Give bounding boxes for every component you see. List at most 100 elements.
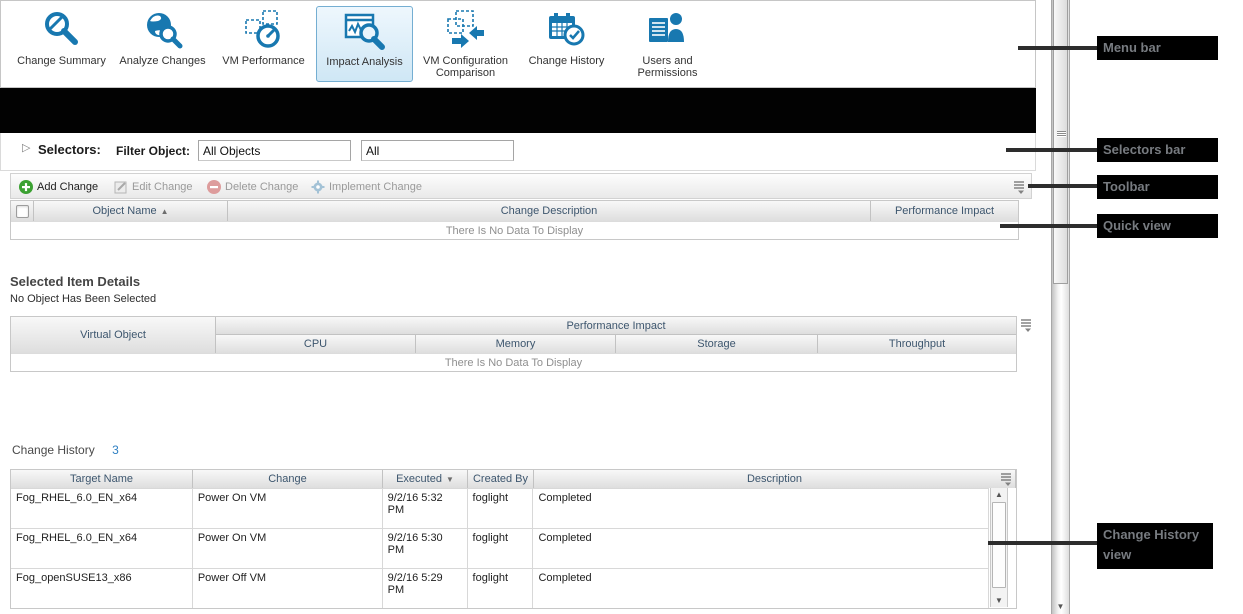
- selectors-title: Selectors:: [38, 142, 101, 157]
- change-history-scroll-thumb[interactable]: [992, 502, 1006, 588]
- menu-item-analyze-changes[interactable]: Analyze Changes: [114, 6, 211, 82]
- selectors-expander-icon[interactable]: ▷: [22, 141, 30, 154]
- column-header-virtual-object[interactable]: Virtual Object: [11, 317, 216, 353]
- change-history-header-row: Target Name Change Executed ▼ Created By…: [11, 470, 1016, 488]
- selected-item-details-table: Virtual Object Performance Impact CPU Me…: [10, 316, 1017, 372]
- details-empty-message: There Is No Data To Display: [11, 353, 1016, 371]
- page-scroll-thumb[interactable]: [1053, 0, 1068, 284]
- change-history-customizer-icon[interactable]: [999, 472, 1013, 486]
- column-header-created-by[interactable]: Created By: [468, 470, 534, 488]
- scroll-down-icon[interactable]: ▼: [991, 596, 1007, 605]
- change-summary-icon: [40, 9, 84, 53]
- menu-item-vm-performance[interactable]: VM Performance: [215, 6, 312, 82]
- table-row[interactable]: Fog_RHEL_6.0_EN_x64 Power On VM 9/2/16 5…: [11, 528, 989, 568]
- filter-object-input[interactable]: [198, 140, 351, 161]
- column-header-change[interactable]: Change: [193, 470, 383, 488]
- change-history-count-badge[interactable]: 3: [112, 443, 119, 457]
- description-cell: Completed: [533, 529, 988, 568]
- selectors-bar: ▷ Selectors: Filter Object:: [0, 133, 1036, 171]
- change-history-icon: [545, 9, 589, 53]
- page-scroll-down-icon[interactable]: ▼: [1052, 602, 1069, 611]
- quick-view-table: Object Name ▲ Change Description Perform…: [10, 200, 1019, 240]
- add-change-button[interactable]: Add Change: [19, 178, 98, 196]
- change-history-table: Target Name Change Executed ▼ Created By…: [10, 469, 1017, 609]
- redacted-banner: [0, 88, 1036, 133]
- column-header-change-description[interactable]: Change Description: [228, 201, 871, 221]
- users-and-permissions-icon: [646, 9, 690, 53]
- quick-view-callout-line: [1000, 224, 1098, 228]
- menu-item-label: VM Configuration Comparison: [417, 54, 514, 79]
- impact-analysis-icon: [343, 10, 387, 54]
- scroll-up-icon[interactable]: ▲: [991, 490, 1007, 499]
- target-name-cell: Fog_RHEL_6.0_EN_x64: [11, 489, 193, 528]
- change-history-title: Change History: [12, 443, 95, 457]
- menu-item-label: Analyze Changes: [114, 54, 211, 67]
- menu-bar: Change Summary Analyze Changes VM Perfor…: [0, 0, 1036, 88]
- menu-item-vm-configuration-comparison[interactable]: VM Configuration Comparison: [417, 6, 514, 82]
- toolbar-callout-line: [1028, 184, 1098, 188]
- executed-cell: 9/2/16 5:32 PM: [383, 489, 468, 528]
- analyze-changes-icon: [141, 9, 185, 53]
- change-history-view-annotation: Change History view: [1097, 523, 1213, 569]
- table-row[interactable]: Fog_openSUSE13_x86 Power Off VM 9/2/16 5…: [11, 568, 989, 608]
- created-by-cell: foglight: [468, 489, 534, 528]
- quick-view-empty-message: There Is No Data To Display: [11, 221, 1018, 239]
- column-group-performance-impact: Performance Impact: [216, 317, 1016, 335]
- scroll-grip-icon: [1057, 131, 1066, 137]
- table-row[interactable]: Fog_RHEL_6.0_EN_x64 Power On VM 9/2/16 5…: [11, 488, 989, 528]
- toolbar-annotation: Toolbar: [1097, 175, 1218, 199]
- change-history-scrollbar[interactable]: ▲ ▼: [990, 488, 1008, 607]
- select-all-cell: [11, 201, 34, 221]
- menu-bar-annotation: Menu bar: [1097, 36, 1218, 60]
- impact-analysis-screen: Change Summary Analyze Changes VM Perfor…: [0, 0, 1243, 614]
- selectors-bar-callout-line: [1006, 148, 1098, 152]
- menu-item-change-history[interactable]: Change History: [518, 6, 615, 82]
- selected-item-details-title: Selected Item Details: [10, 274, 140, 289]
- edit-change-label: Edit Change: [132, 181, 193, 193]
- menu-bar-callout-line: [1018, 46, 1098, 50]
- menu-item-change-summary[interactable]: Change Summary: [13, 6, 110, 82]
- column-header-performance-impact[interactable]: Performance Impact: [871, 201, 1018, 221]
- target-name-cell: Fog_RHEL_6.0_EN_x64: [11, 529, 193, 568]
- delete-icon: [207, 180, 221, 194]
- column-header-memory[interactable]: Memory: [416, 335, 616, 353]
- target-name-cell: Fog_openSUSE13_x86: [11, 569, 193, 608]
- add-icon: [19, 180, 33, 194]
- executed-cell: 9/2/16 5:29 PM: [383, 569, 468, 608]
- sort-asc-icon: ▲: [161, 207, 169, 216]
- implement-change-button[interactable]: Implement Change: [311, 178, 422, 196]
- change-cell: Power On VM: [193, 489, 383, 528]
- column-header-target-name[interactable]: Target Name: [11, 470, 193, 488]
- no-object-selected-text: No Object Has Been Selected: [10, 293, 156, 305]
- change-history-view-callout-line: [988, 541, 1098, 545]
- vm-performance-icon: [242, 9, 286, 53]
- page-scrollbar[interactable]: ▼: [1051, 0, 1070, 614]
- menu-item-label: Impact Analysis: [317, 55, 412, 68]
- toolbar-customizer-icon[interactable]: [1012, 180, 1026, 194]
- menu-item-label: Users and Permissions: [619, 54, 716, 79]
- column-header-object-name[interactable]: Object Name ▲: [34, 201, 228, 221]
- column-header-description[interactable]: Description: [534, 470, 1016, 488]
- column-header-executed[interactable]: Executed ▼: [383, 470, 468, 488]
- filter-object-label: Filter Object:: [116, 144, 190, 158]
- details-table-customizer-icon[interactable]: [1019, 318, 1033, 332]
- delete-change-button[interactable]: Delete Change: [207, 178, 298, 196]
- implement-change-label: Implement Change: [329, 181, 422, 193]
- change-history-section-title: Change History 3: [12, 443, 119, 457]
- edit-change-button[interactable]: Edit Change: [114, 178, 193, 196]
- column-header-cpu[interactable]: CPU: [216, 335, 416, 353]
- menu-item-impact-analysis[interactable]: Impact Analysis: [316, 6, 413, 82]
- created-by-cell: foglight: [468, 569, 534, 608]
- change-cell: Power On VM: [193, 529, 383, 568]
- menu-item-label: Change Summary: [13, 54, 110, 67]
- column-header-throughput[interactable]: Throughput: [818, 335, 1016, 353]
- quick-view-header-row: Object Name ▲ Change Description Perform…: [11, 201, 1018, 221]
- column-header-storage[interactable]: Storage: [616, 335, 818, 353]
- add-change-label: Add Change: [37, 181, 98, 193]
- select-all-checkbox[interactable]: [16, 205, 29, 218]
- filter-type-input[interactable]: [361, 140, 514, 161]
- selectors-bar-annotation: Selectors bar: [1097, 138, 1218, 162]
- sort-desc-icon: ▼: [446, 475, 454, 484]
- created-by-cell: foglight: [468, 529, 534, 568]
- menu-item-users-and-permissions[interactable]: Users and Permissions: [619, 6, 716, 82]
